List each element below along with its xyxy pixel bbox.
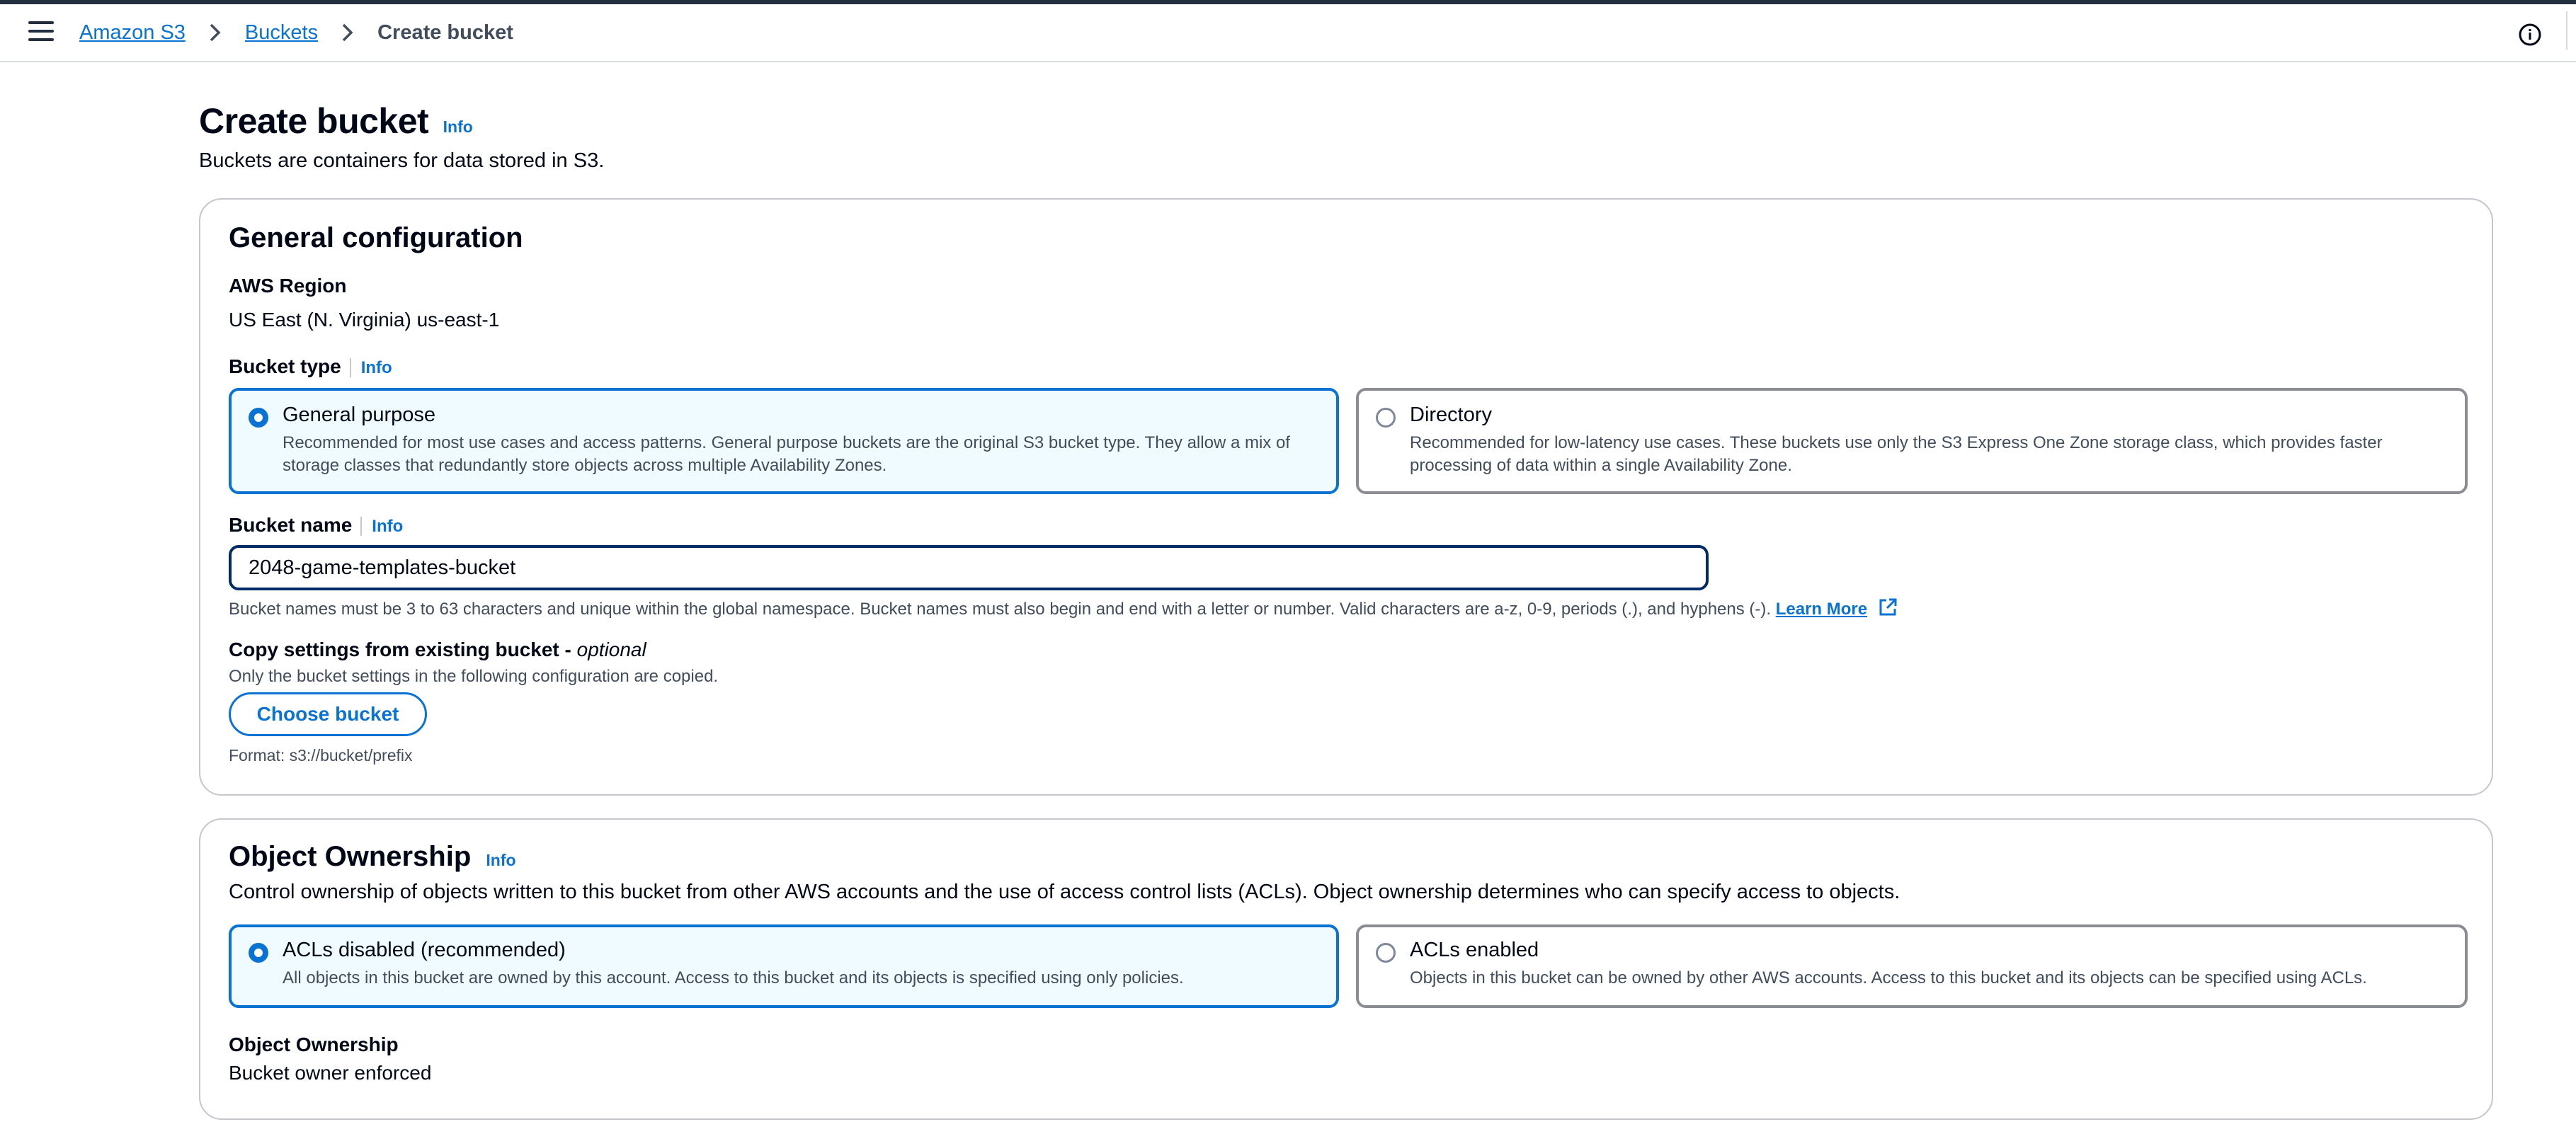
breadcrumb-amazon-s3[interactable]: Amazon S3 xyxy=(79,21,186,45)
format-hint: Format: s3://bucket/prefix xyxy=(229,746,413,764)
bucket-name-label: Bucket name Info xyxy=(229,514,404,537)
breadcrumb: Amazon S3 Buckets Create bucket xyxy=(79,18,513,47)
general-purpose-title: General purpose xyxy=(283,403,436,426)
radio-directory[interactable] xyxy=(1376,408,1396,428)
directory-description: Recommended for low-latency use cases. T… xyxy=(1410,433,2383,475)
object-ownership-result-value: Bucket owner enforced xyxy=(229,1062,432,1084)
learn-more-link[interactable]: Learn More xyxy=(1776,600,1867,619)
bucket-type-label-text: Bucket type xyxy=(229,355,341,377)
bucket-name-input[interactable] xyxy=(229,545,1709,590)
page-description: Buckets are containers for data stored i… xyxy=(199,149,605,172)
breadcrumb-buckets[interactable]: Buckets xyxy=(245,21,318,45)
copy-settings-description: Only the bucket settings in the followin… xyxy=(229,667,719,686)
page-title: Create bucket xyxy=(199,101,429,141)
external-link-icon[interactable] xyxy=(1878,597,1898,622)
object-ownership-result-label: Object Ownership xyxy=(229,1033,399,1055)
acls-enabled-description: Objects in this bucket can be owned by o… xyxy=(1410,968,2367,987)
object-ownership-panel: Object Ownership Info Control ownership … xyxy=(199,818,2493,1120)
info-circle-icon[interactable] xyxy=(2518,23,2542,47)
bucket-name-hint-text: Bucket names must be 3 to 63 characters … xyxy=(229,599,1772,619)
breadcrumb-current: Create bucket xyxy=(377,21,513,44)
acls-disabled-description: All objects in this bucket are owned by … xyxy=(283,968,1184,987)
ownership-acls-enabled[interactable]: ACLs enabled Objects in this bucket can … xyxy=(1356,924,2468,1008)
general-purpose-description: Recommended for most use cases and acces… xyxy=(283,433,1290,475)
chevron-right-icon xyxy=(201,18,229,47)
object-ownership-title-text: Object Ownership xyxy=(229,841,472,872)
ownership-acls-disabled[interactable]: ACLs disabled (recommended) All objects … xyxy=(229,924,1339,1008)
copy-settings-label: Copy settings from existing bucket - opt… xyxy=(229,638,646,661)
general-configuration-panel: General configuration AWS Region US East… xyxy=(199,198,2493,796)
radio-general-purpose[interactable] xyxy=(249,408,268,428)
menu-icon[interactable] xyxy=(28,21,54,44)
aws-region-label: AWS Region xyxy=(229,275,347,297)
bucket-type-general-purpose[interactable]: General purpose Recommended for most use… xyxy=(229,388,1339,494)
page-header: Create bucket Info xyxy=(199,101,473,142)
directory-title: Directory xyxy=(1410,403,1493,426)
choose-bucket-button[interactable]: Choose bucket xyxy=(229,692,427,736)
page-info-link[interactable]: Info xyxy=(443,118,473,137)
acls-enabled-title: ACLs enabled xyxy=(1410,939,1539,961)
bucket-type-info-link[interactable]: Info xyxy=(349,358,392,377)
bucket-type-label: Bucket type Info xyxy=(229,355,392,378)
copy-settings-label-text: Copy settings from existing bucket - xyxy=(229,638,577,660)
general-configuration-title: General configuration xyxy=(229,222,523,253)
radio-acls-disabled[interactable] xyxy=(249,943,268,963)
bucket-type-directory[interactable]: Directory Recommended for low-latency us… xyxy=(1356,388,2468,494)
bucket-name-info-link[interactable]: Info xyxy=(360,517,404,536)
acls-disabled-title: ACLs disabled (recommended) xyxy=(283,939,566,961)
bucket-name-hint: Bucket names must be 3 to 63 characters … xyxy=(229,597,1898,622)
bucket-name-label-text: Bucket name xyxy=(229,514,353,536)
object-ownership-title: Object Ownership Info xyxy=(229,841,516,873)
chevron-right-icon xyxy=(334,18,362,47)
copy-settings-optional: optional xyxy=(576,638,646,660)
radio-acls-enabled[interactable] xyxy=(1376,943,1396,963)
top-navigation: Amazon S3 Buckets Create bucket xyxy=(0,4,2576,62)
object-ownership-description: Control ownership of objects written to … xyxy=(229,881,1900,903)
object-ownership-info-link[interactable]: Info xyxy=(486,851,515,869)
topbar-divider xyxy=(2566,11,2568,50)
aws-region-value: US East (N. Virginia) us-east-1 xyxy=(229,309,500,331)
